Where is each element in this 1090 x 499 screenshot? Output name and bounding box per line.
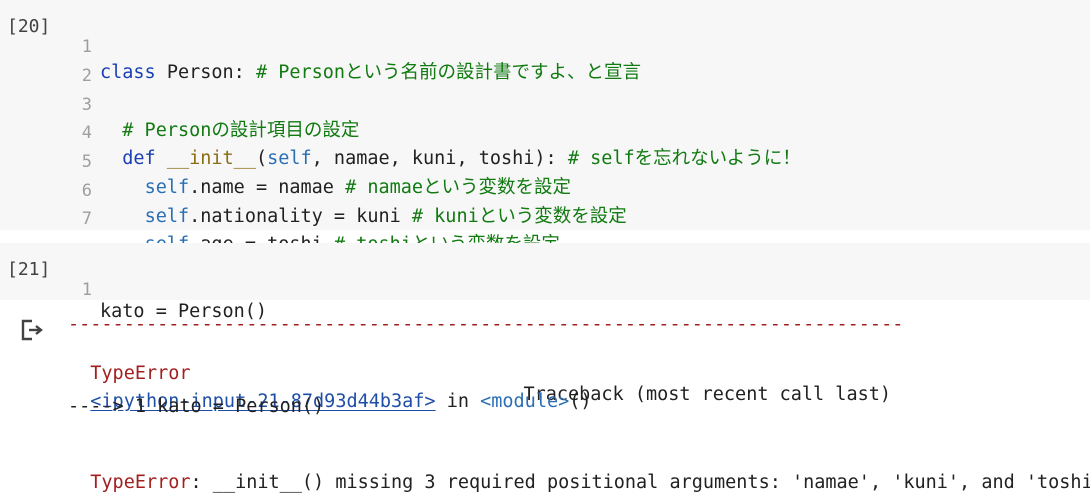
line-number: 5 <box>81 152 92 172</box>
code-line-3[interactable]: 3 # Personの設計項目の設定 <box>0 74 360 141</box>
code-text: .name = namae <box>189 177 346 198</box>
code-line-1[interactable]: 1 kato = Person() <box>0 259 267 322</box>
code-text: , namae, kuni, toshi): <box>311 148 568 169</box>
comment: # Personという名前の設計書ですよ、と宣言 <box>255 62 642 83</box>
code-line-2[interactable]: 2 <box>0 45 92 86</box>
code-line-7[interactable]: 7 self.age = toshi # toshiという変数を設定 <box>0 188 560 255</box>
paren: ( <box>255 148 268 169</box>
self-keyword: self <box>267 148 312 169</box>
line-number: 7 <box>81 209 92 229</box>
self-keyword: self <box>144 206 190 227</box>
line-number: 6 <box>81 181 92 201</box>
module-name: <module> <box>480 391 570 412</box>
error-type: TypeError <box>90 472 191 493</box>
line-number: 3 <box>81 95 92 115</box>
output-arrow-icon[interactable] <box>20 318 46 342</box>
self-keyword: self <box>144 177 190 198</box>
in-word: in <box>435 391 481 412</box>
function-name: __init__ <box>166 148 256 169</box>
traceback-arrow-line: ----> 1 kato = Person() <box>68 396 325 417</box>
final-error-line: TypeError: __init__() missing 3 required… <box>68 451 1090 493</box>
line-number: 4 <box>81 123 92 143</box>
code-cell-1[interactable]: [20] 1 class Person: # Personという名前の設計書です… <box>0 0 1090 255</box>
module-paren: () <box>569 391 592 412</box>
traceback-separator: ----------------------------------------… <box>68 314 904 335</box>
comment: # namaeという変数を設定 <box>345 177 572 198</box>
code-cell-2[interactable]: [21] 1 kato = Person() <box>0 243 1090 322</box>
code-line-5[interactable]: 5 self.name = namae # namaeという変数を設定 <box>0 131 571 198</box>
line-number: 1 <box>81 37 92 57</box>
code-text: .nationality = kuni <box>189 206 412 227</box>
code-text: Person: <box>155 62 256 83</box>
error-message: : __init__() missing 3 required position… <box>190 472 1090 493</box>
keyword: def <box>122 148 156 169</box>
code-line-1[interactable]: 1 class Person: # Personという名前の設計書ですよ、と宣言 <box>0 16 641 83</box>
code-line-4[interactable]: 4 def __init__(self, namae, kuni, toshi)… <box>0 102 801 169</box>
line-number: 1 <box>81 280 92 300</box>
code-line-6[interactable]: 6 self.nationality = kuni # kuniという変数を設定 <box>0 160 627 227</box>
keyword: class <box>100 62 156 83</box>
comment: # kuniという変数を設定 <box>411 206 627 227</box>
comment: # selfを忘れないように！ <box>567 148 801 169</box>
comment: # Personの設計項目の設定 <box>122 120 360 141</box>
line-number: 2 <box>81 66 92 86</box>
